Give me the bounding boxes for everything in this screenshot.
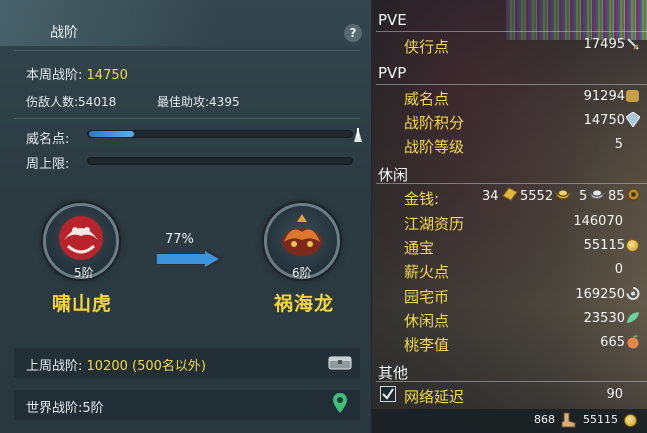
rank-level-label: 战阶等级: [404, 138, 465, 156]
silver-ingot-icon: [589, 190, 605, 199]
kills-label: 伤敌人数:: [26, 95, 79, 109]
leisure-points-label: 休闲点: [404, 312, 450, 330]
xinhuo-label: 薪火点: [404, 263, 450, 281]
rank-score-value: 14750: [583, 113, 625, 128]
rank-progress-percent: 77%: [165, 232, 194, 247]
latency-checkbox[interactable]: [380, 386, 396, 402]
rank-level-value: 5: [614, 137, 623, 152]
footer-value-2: 55115: [583, 413, 618, 426]
last-week-value: 10200 (500名以外): [86, 359, 206, 374]
copper-value: 85: [608, 189, 625, 204]
xiaxing-value: 17495: [583, 37, 625, 52]
map-pin-icon[interactable]: [332, 393, 348, 413]
gold-brick-icon: [502, 187, 518, 201]
panel-title: 战阶: [50, 25, 78, 41]
assist-label: 最佳助攻:: [157, 95, 210, 109]
tongbao-label: 通宝: [404, 239, 435, 257]
cap-marker-icon: [354, 128, 362, 142]
prestige-points-label: 威名点: [404, 90, 450, 108]
prestige-bar: [87, 130, 353, 138]
tongbao-value: 55115: [583, 238, 625, 253]
section-leisure-title: 休闲: [378, 166, 409, 184]
prestige-token-icon: [626, 90, 639, 102]
swirl-coin-icon: [626, 287, 640, 300]
latency-label: 网络延迟: [404, 388, 465, 406]
check-icon: [382, 388, 394, 400]
jianghu-value: 146070: [573, 214, 623, 229]
divider: [376, 31, 647, 32]
section-pve-title: PVE: [378, 11, 407, 29]
week-rank-value: 14750: [86, 68, 128, 83]
jianghu-label: 江湖资历: [404, 215, 465, 233]
divider: [376, 381, 647, 382]
divider: [376, 84, 647, 85]
crystal-icon: [626, 112, 640, 127]
divider: [14, 50, 360, 51]
divider: [376, 183, 647, 184]
xinhuo-value: 0: [614, 262, 623, 277]
leisure-points-value: 23530: [583, 311, 625, 326]
gold-ingot-icon: [555, 190, 571, 199]
copper-coin-icon: [627, 188, 640, 201]
war-rank-panel: 战阶 ? 本周战阶: 14750 伤敌人数:54018 最佳助攻:4395 威名…: [0, 0, 372, 433]
latency-value: 90: [606, 387, 623, 402]
gold-brick-value: 34: [482, 189, 499, 204]
gold-value: 5552: [520, 189, 554, 204]
boot-icon: [561, 412, 576, 428]
help-button[interactable]: ?: [344, 24, 362, 42]
last-week-label: 上周战阶:: [26, 359, 83, 374]
homestead-coin-label: 园宅币: [404, 288, 450, 306]
divider: [14, 118, 360, 119]
current-rank-level: 5阶: [74, 266, 94, 280]
next-rank-name: 祸海龙: [274, 293, 335, 315]
footer-coin-icon: [624, 414, 637, 427]
footer-value-1: 868: [534, 413, 555, 426]
taoli-label: 桃李值: [404, 336, 450, 354]
taoli-value: 665: [600, 335, 625, 350]
rank-score-label: 战阶积分: [404, 114, 465, 132]
prestige-points-value: 91294: [583, 89, 625, 104]
section-pvp-title: PVP: [378, 64, 407, 82]
leaf-icon: [627, 312, 639, 323]
xiaxing-label: 侠行点: [404, 38, 450, 56]
week-rank-row: 本周战阶: 14750: [26, 64, 128, 83]
week-rank-label: 本周战阶:: [26, 68, 83, 83]
peach-icon: [627, 335, 639, 349]
currency-panel: PVE 侠行点 17495 PVP 威名点 91294 战阶积分 14750 战…: [372, 0, 647, 433]
money-label: 金钱:: [404, 190, 440, 208]
last-week-text: 上周战阶: 10200 (500名以外): [26, 355, 206, 374]
tongbao-coin-icon: [626, 239, 639, 252]
assist-value: 4395: [209, 95, 240, 109]
next-rank-level: 6阶: [292, 266, 312, 280]
assist-row: 最佳助攻:4395: [157, 93, 240, 110]
world-rank-text: 世界战阶:5阶: [26, 397, 104, 416]
world-rank-value: 5阶: [82, 401, 104, 416]
prestige-bar-fill: [89, 131, 134, 137]
prestige-label: 威名点:: [26, 132, 70, 147]
homestead-coin-value: 169250: [575, 287, 625, 302]
history-chest-icon[interactable]: [328, 354, 352, 370]
kills-row: 伤敌人数:54018: [26, 93, 116, 110]
kills-value: 54018: [78, 95, 117, 109]
week-cap-bar: [87, 157, 353, 165]
world-rank-label: 世界战阶:: [26, 401, 83, 416]
week-cap-label: 周上限:: [26, 157, 70, 172]
current-rank-name: 啸山虎: [52, 293, 113, 315]
section-other-title: 其他: [378, 364, 409, 382]
sword-icon: [627, 38, 639, 50]
bottom-status-bar: 868 55115: [372, 409, 647, 433]
silver-value: 5: [579, 189, 588, 204]
progress-arrow-icon: [157, 249, 223, 269]
